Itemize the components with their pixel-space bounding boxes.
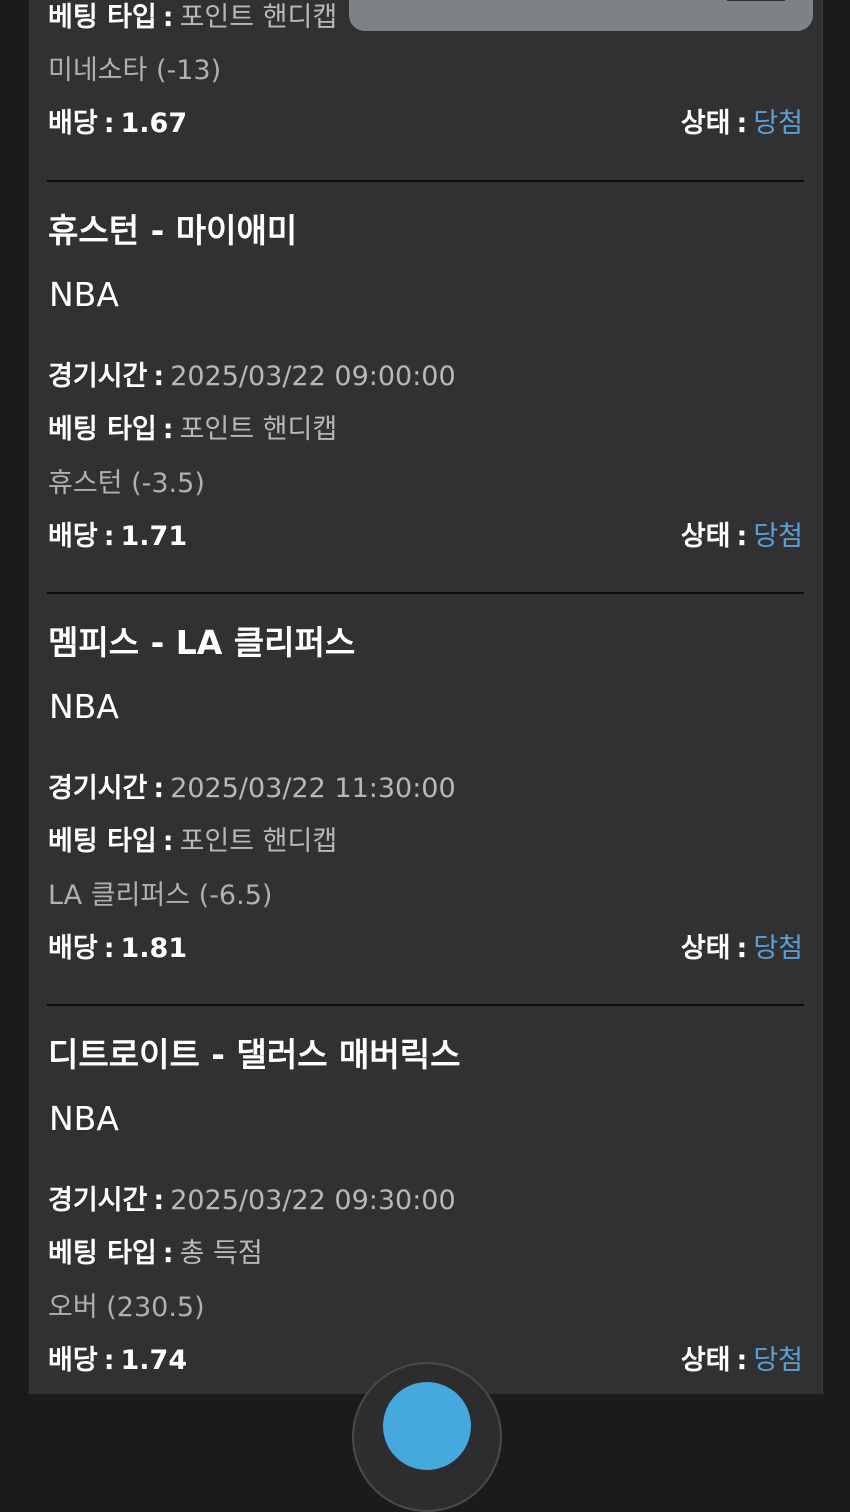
pick-row: 미네소타 (-13) <box>48 55 222 86</box>
status-label: 상태 <box>680 1345 731 1376</box>
bet-type-label: 베팅 타입 <box>48 2 157 33</box>
game-thumbnail-image <box>349 0 813 31</box>
game-time-value: 2025/03/22 09:30:00 <box>170 1185 456 1216</box>
thumbnail-bar <box>727 0 785 1</box>
pick-row: 오버 (230.5) <box>48 1292 205 1323</box>
bet-type-row: 베팅 타입: 포인트 핸디캡 <box>48 410 337 450</box>
bet-type-value: 포인트 핸디캡 <box>179 2 338 33</box>
colon: : <box>162 1238 174 1269</box>
bet-type-label: 베팅 타입 <box>48 826 157 857</box>
colon: : <box>153 1185 165 1216</box>
status-row: 상태: 당첨 <box>681 104 803 144</box>
bet-type-row: 베팅 타입: 포인트 핸디캡 <box>48 0 337 38</box>
bet-type-row: 베팅 타입: 총 득점 <box>48 1234 263 1274</box>
bet-type-value: 총 득점 <box>179 1238 263 1269</box>
odds-label: 배당 <box>48 521 98 552</box>
bet-type-label: 베팅 타입 <box>48 1238 157 1269</box>
match-title[interactable]: 디트로이트 - 댈러스 매버릭스 <box>48 1031 460 1079</box>
colon: : <box>736 1345 748 1376</box>
odds-value: 1.74 <box>120 1345 188 1376</box>
odds-row: 배당:1.71 <box>48 517 187 557</box>
game-time-label: 경기시간 <box>48 361 148 392</box>
status-badge: 당첨 <box>753 1345 803 1376</box>
pick-row: 휴스턴 (-3.5) <box>48 468 205 499</box>
league-name: NBA <box>49 687 119 726</box>
bet-type-value: 포인트 핸디캡 <box>179 826 338 857</box>
status-row: 상태: 당첨 <box>681 929 803 969</box>
game-time-row: 경기시간:2025/03/22 11:30:00 <box>48 769 456 809</box>
colon: : <box>736 933 748 964</box>
pick-row: LA 클리퍼스 (-6.5) <box>48 880 273 911</box>
divider <box>47 592 804 594</box>
odds-label: 배당 <box>48 108 98 139</box>
bet-type-row: 베팅 타입: 포인트 핸디캡 <box>48 822 337 862</box>
status-label: 상태 <box>680 521 731 552</box>
colon: : <box>162 414 174 445</box>
status-label: 상태 <box>680 933 731 964</box>
colon: : <box>736 108 748 139</box>
odds-label: 배당 <box>48 1345 98 1376</box>
colon: : <box>153 361 165 392</box>
league-name: NBA <box>49 1099 119 1138</box>
bet-type-value: 포인트 핸디캡 <box>179 414 338 445</box>
odds-value: 1.81 <box>120 933 188 964</box>
colon: : <box>103 933 115 964</box>
colon: : <box>153 773 165 804</box>
odds-row: 배당:1.74 <box>48 1341 187 1381</box>
thumbnail-background <box>349 0 813 31</box>
game-time-value: 2025/03/22 09:00:00 <box>170 361 456 392</box>
game-time-label: 경기시간 <box>48 1185 148 1216</box>
match-title[interactable]: 멤피스 - LA 클리퍼스 <box>48 619 355 667</box>
status-badge: 당첨 <box>753 933 803 964</box>
divider <box>47 180 804 182</box>
odds-value: 1.71 <box>120 521 188 552</box>
colon: : <box>162 826 174 857</box>
game-time-label: 경기시간 <box>48 773 148 804</box>
floating-action-button[interactable] <box>352 1362 502 1512</box>
odds-label: 배당 <box>48 933 98 964</box>
fab-circle-icon <box>383 1382 471 1470</box>
divider <box>47 1004 804 1006</box>
bet-type-label: 베팅 타입 <box>48 414 157 445</box>
odds-row: 배당:1.81 <box>48 929 187 969</box>
status-badge: 당첨 <box>753 521 803 552</box>
game-time-row: 경기시간:2025/03/22 09:00:00 <box>48 357 456 397</box>
game-time-value: 2025/03/22 11:30:00 <box>170 773 456 804</box>
colon: : <box>736 521 748 552</box>
status-label: 상태 <box>680 108 731 139</box>
status-row: 상태: 당첨 <box>681 1341 803 1381</box>
colon: : <box>103 1345 115 1376</box>
colon: : <box>103 521 115 552</box>
odds-value: 1.67 <box>120 108 188 139</box>
game-time-row: 경기시간:2025/03/22 09:30:00 <box>48 1181 456 1221</box>
match-title[interactable]: 휴스턴 - 마이애미 <box>48 207 297 255</box>
status-badge: 당첨 <box>753 108 803 139</box>
colon: : <box>103 108 115 139</box>
status-row: 상태: 당첨 <box>681 517 803 557</box>
colon: : <box>162 2 174 33</box>
league-name: NBA <box>49 275 119 314</box>
odds-row: 배당:1.67 <box>48 104 187 144</box>
